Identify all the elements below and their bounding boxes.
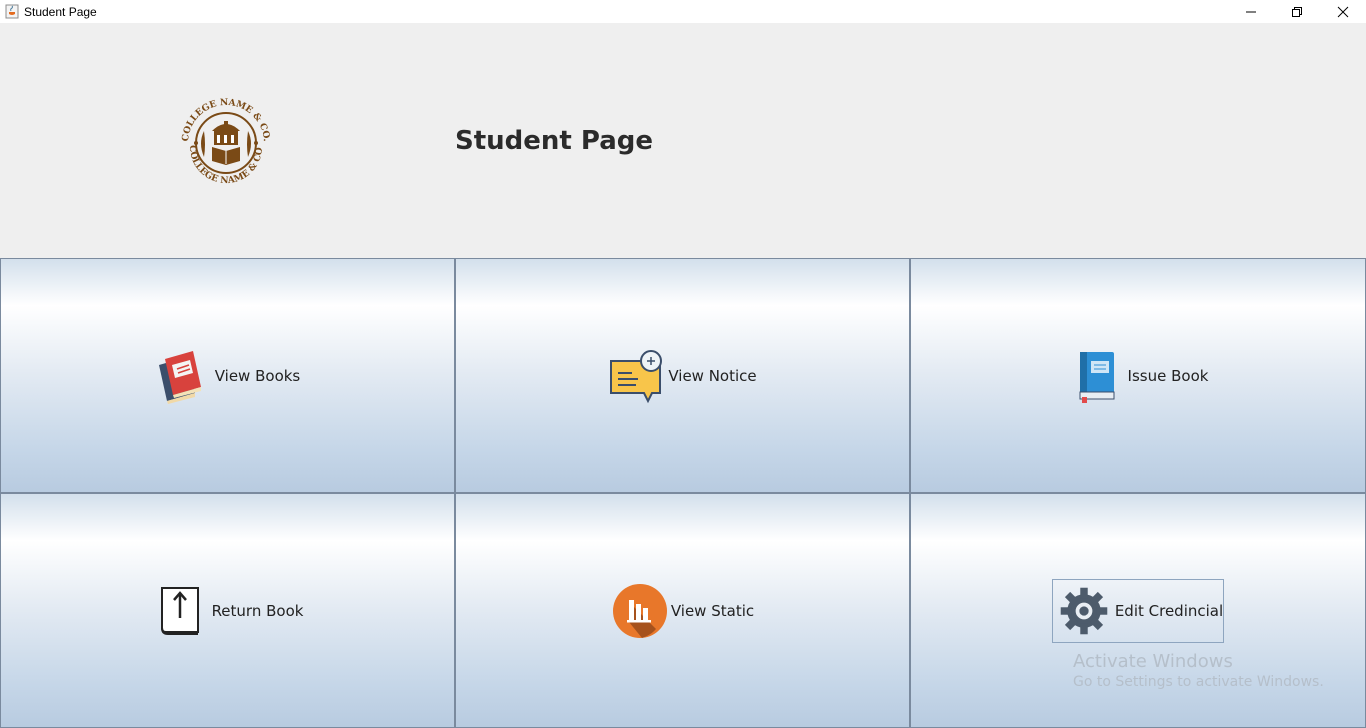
notice-message-icon <box>608 347 666 405</box>
view-notice-label: View Notice <box>668 366 757 385</box>
page-title: Student Page <box>455 126 654 156</box>
view-books-button[interactable]: View Books <box>0 258 455 493</box>
gear-icon <box>1055 582 1113 640</box>
college-seal-icon: COLLEGE NAME & CO. COLLEGE NAME & CO. <box>172 84 278 195</box>
bar-chart-icon <box>611 582 669 640</box>
edit-credincial-button[interactable]: Edit Credincial <box>1051 578 1225 643</box>
edit-credincial-tile: Edit Credincial <box>910 493 1366 728</box>
java-cup-icon <box>4 4 20 20</box>
close-button[interactable] <box>1320 0 1366 23</box>
view-static-label: View Static <box>670 601 755 620</box>
close-icon <box>1337 6 1349 17</box>
view-notice-button[interactable]: View Notice <box>455 258 910 493</box>
minimize-icon <box>1246 11 1256 12</box>
view-books-label: View Books <box>214 366 301 385</box>
window-title: Student Page <box>24 4 97 19</box>
restore-button[interactable] <box>1274 0 1320 23</box>
minimize-button[interactable] <box>1228 0 1274 23</box>
issue-book-label: Issue Book <box>1127 366 1209 385</box>
view-static-button[interactable]: View Static <box>455 493 910 728</box>
books-icon <box>155 347 213 405</box>
edit-credincial-label: Edit Credincial <box>1114 601 1224 620</box>
issue-book-button[interactable]: Issue Book <box>910 258 1366 493</box>
page-header: COLLEGE NAME & CO. COLLEGE NAME & CO. St… <box>0 23 1366 258</box>
menu-grid: View Books View Notice Issue Book Return… <box>0 258 1366 728</box>
blue-book-icon <box>1068 347 1126 405</box>
return-book-icon <box>152 582 210 640</box>
return-book-button[interactable]: Return Book <box>0 493 455 728</box>
restore-icon <box>1292 6 1302 17</box>
return-book-label: Return Book <box>211 601 304 620</box>
window-titlebar: Student Page <box>0 0 1366 23</box>
